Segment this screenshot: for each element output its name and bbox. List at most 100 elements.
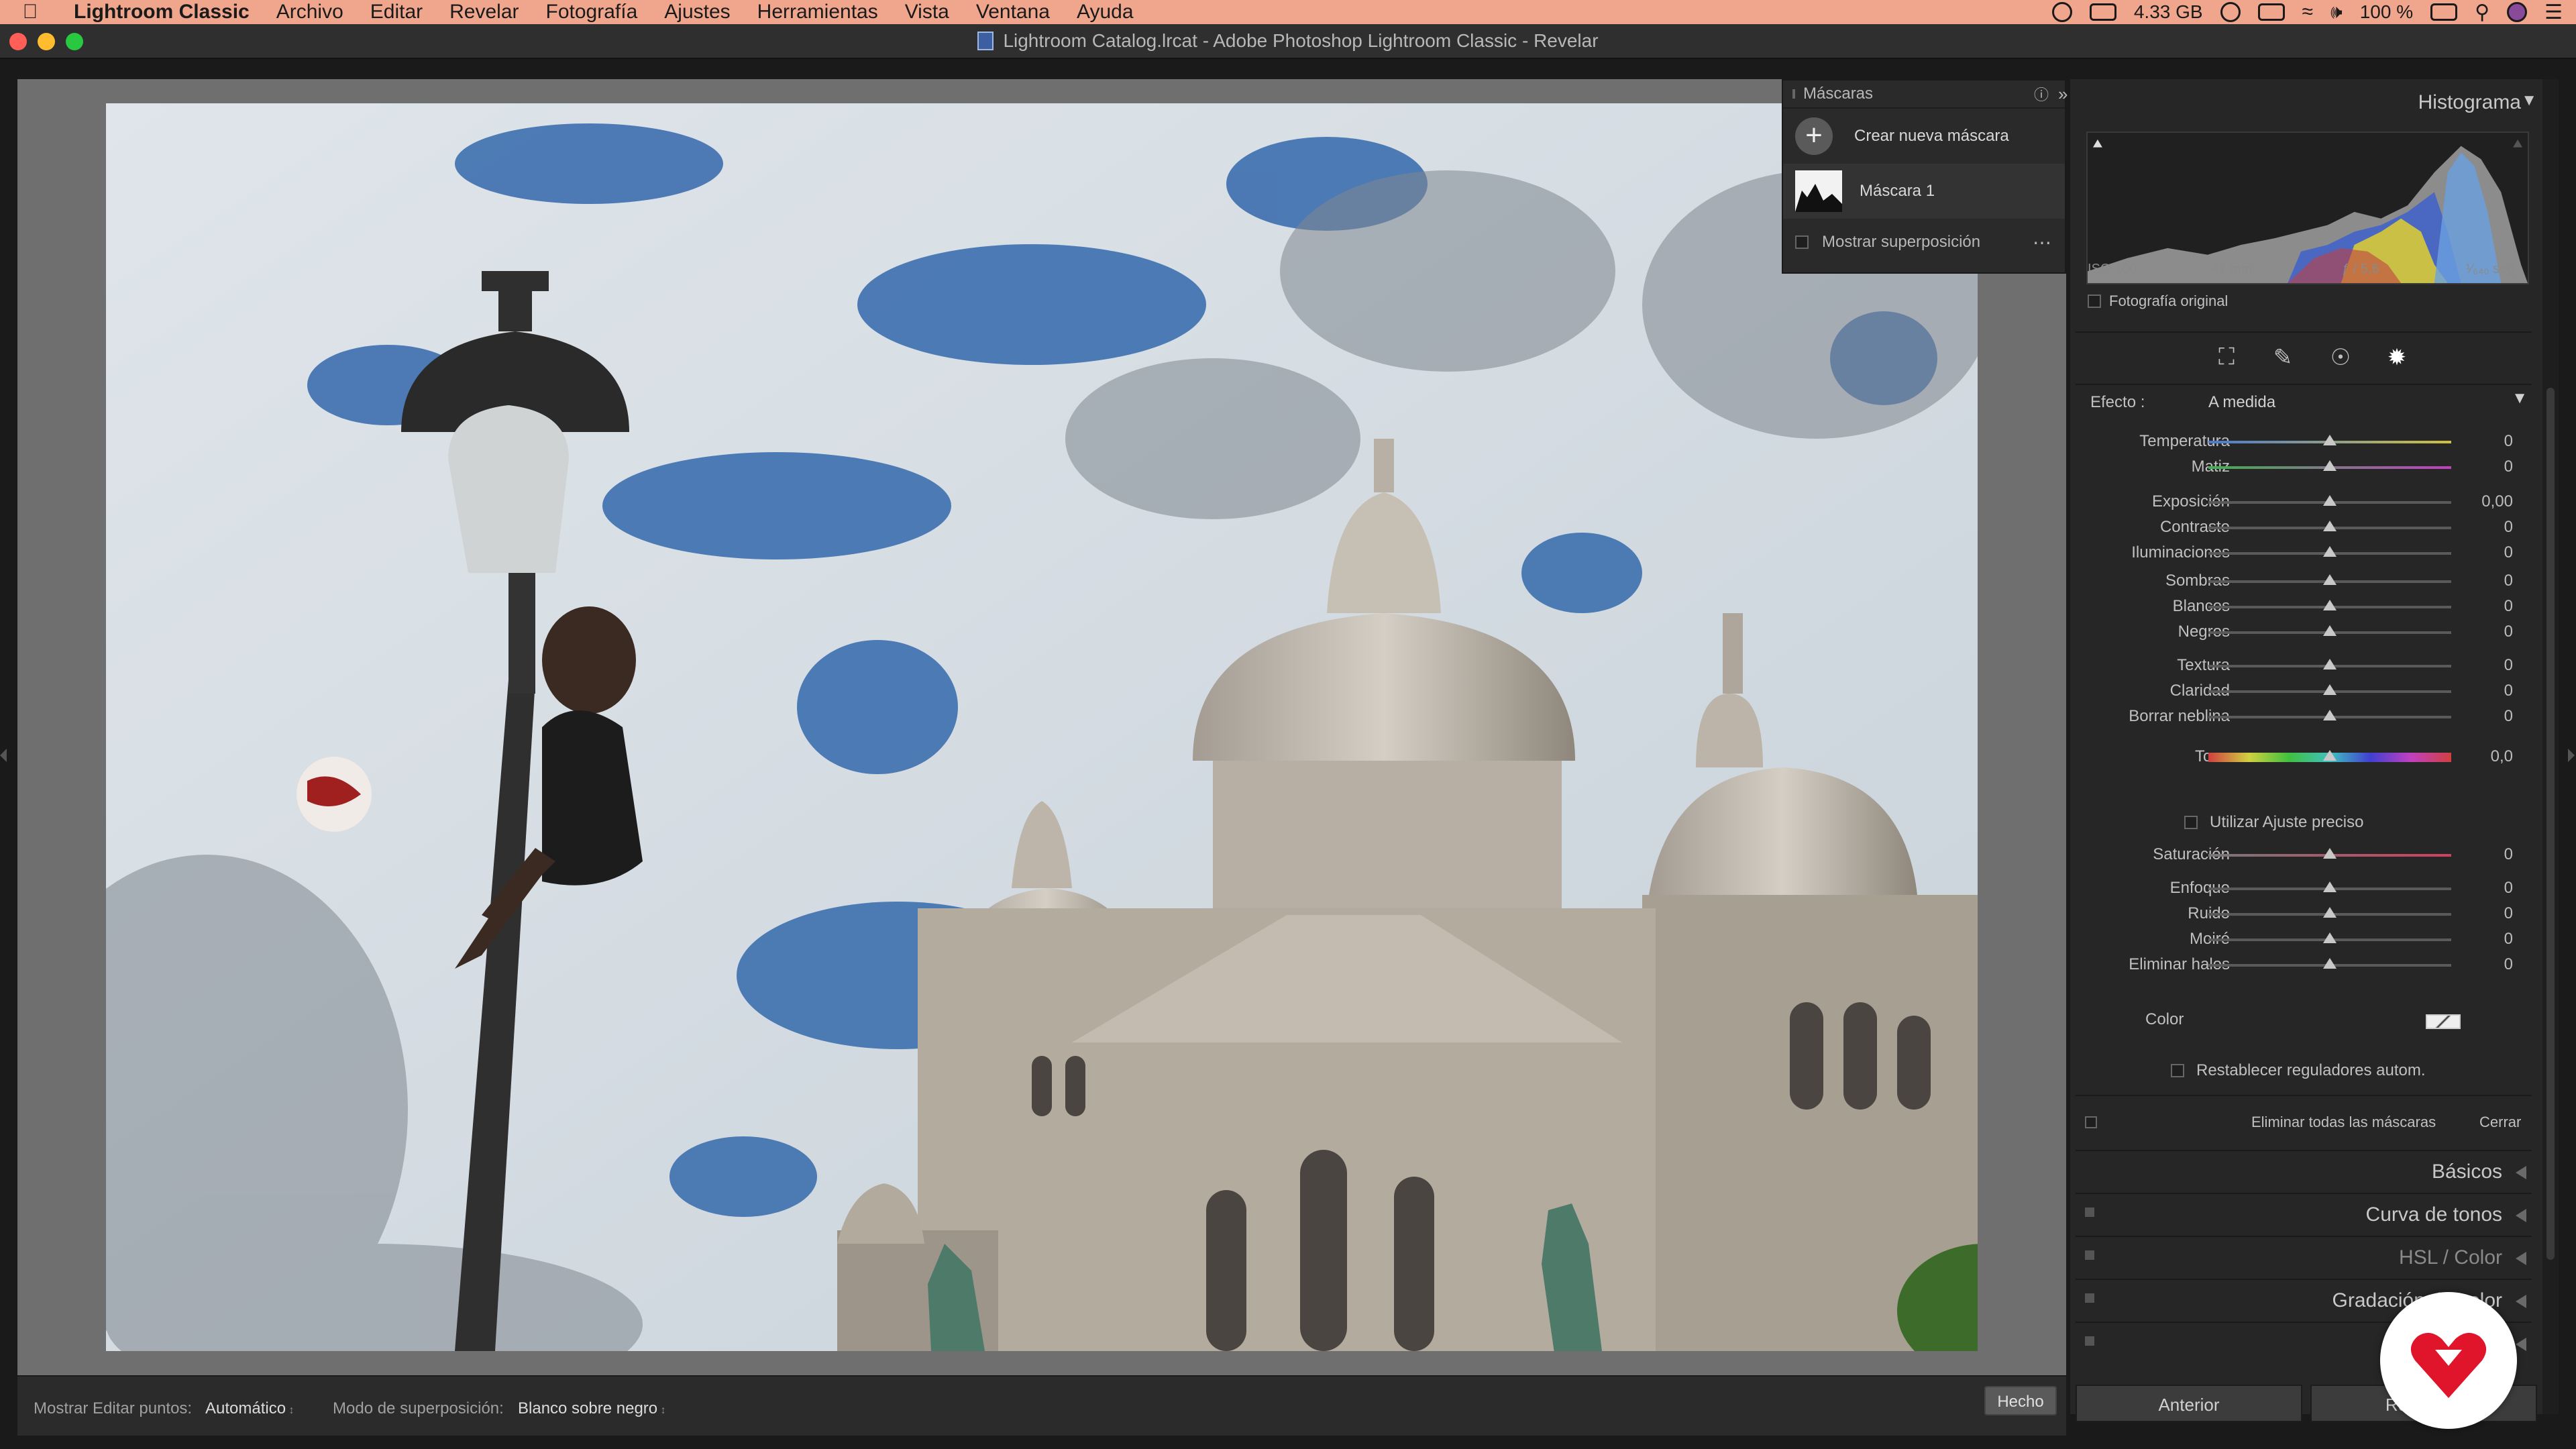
slider-thumb[interactable]	[2323, 907, 2337, 918]
color-swatch[interactable]	[2426, 1014, 2461, 1029]
left-panel-toggle-icon[interactable]	[0, 749, 7, 762]
menu-ajustes[interactable]: Ajustes	[651, 1, 743, 23]
display-icon[interactable]	[2089, 3, 2116, 21]
slider-thumb[interactable]	[2323, 600, 2337, 610]
section-hsl-color[interactable]: HSL / Color	[2076, 1236, 2532, 1276]
photo[interactable]	[106, 103, 1978, 1351]
scrollbar-thumb[interactable]	[2546, 388, 2555, 1260]
right-panel-scrollbar[interactable]	[2542, 79, 2559, 1414]
section-curva-de-tonos[interactable]: Curva de tonos	[2076, 1193, 2532, 1233]
menu-ventana[interactable]: Ventana	[963, 1, 1063, 23]
menu-herramientas[interactable]: Herramientas	[744, 1, 892, 23]
volume-icon[interactable]: 🕪	[2330, 1, 2343, 23]
create-mask-button[interactable]: + Crear nueva máscara	[1783, 109, 2065, 164]
menu-app-name[interactable]: Lightroom Classic	[60, 1, 263, 23]
slider-value[interactable]: 0,00	[2481, 492, 2513, 511]
slider-value[interactable]: 0	[2504, 656, 2513, 675]
crop-tool-icon[interactable]: ⛶	[2212, 344, 2241, 372]
mask-panel-switch[interactable]	[2085, 1116, 2097, 1128]
airplay-icon[interactable]	[2257, 3, 2285, 21]
menu-ayuda[interactable]: Ayuda	[1063, 1, 1147, 23]
slider-value[interactable]: 0	[2504, 572, 2513, 590]
wifi-icon[interactable]: ≈	[2302, 1, 2313, 23]
masking-tool-icon[interactable]: ✹	[2383, 344, 2411, 372]
original-photo-checkbox[interactable]	[2088, 294, 2101, 308]
slider-thumb[interactable]	[2323, 546, 2337, 557]
precise-adjust-toggle[interactable]: Utilizar Ajuste preciso	[2184, 813, 2363, 832]
reset-sliders-toggle[interactable]: Restablecer reguladores autom.	[2171, 1061, 2426, 1080]
creative-cloud-icon[interactable]	[2051, 2, 2072, 22]
slider-thumb[interactable]	[2323, 848, 2337, 859]
panel-toggle-icon[interactable]	[1792, 89, 1795, 99]
section-switch[interactable]	[2085, 1208, 2094, 1217]
slider-value[interactable]: 0	[2504, 930, 2513, 949]
slider-thumb[interactable]	[2323, 881, 2337, 892]
slider-value[interactable]: 0	[2504, 955, 2513, 974]
close-masks-button[interactable]: Cerrar	[2479, 1114, 2521, 1131]
slider-value[interactable]: 0	[2504, 543, 2513, 562]
collapse-panel-icon[interactable]: »	[2058, 84, 2068, 105]
effect-collapse-icon[interactable]: ▼	[2512, 389, 2528, 408]
slider-thumb[interactable]	[2323, 625, 2337, 636]
siri-icon[interactable]	[2507, 2, 2528, 22]
effect-preset-dropdown[interactable]: A medida	[2208, 393, 2275, 412]
slider-thumb[interactable]	[2323, 659, 2337, 669]
menu-revelar[interactable]: Revelar	[436, 1, 532, 23]
masks-panel-header[interactable]: Máscaras ⓘ »	[1783, 80, 2068, 109]
show-points-dropdown[interactable]: Automático	[205, 1399, 294, 1418]
slider-value[interactable]: 0	[2504, 707, 2513, 726]
slider-value[interactable]: 0	[2504, 623, 2513, 641]
slider-value[interactable]: 0	[2504, 432, 2513, 451]
slider-thumb[interactable]	[2323, 710, 2337, 720]
section-switch[interactable]	[2085, 1293, 2094, 1303]
slider-value[interactable]: 0	[2504, 879, 2513, 898]
mask-item[interactable]: Máscara 1	[1783, 164, 2065, 219]
section-switch[interactable]	[2085, 1336, 2094, 1346]
histogram[interactable]	[2086, 131, 2529, 284]
precise-adjust-checkbox[interactable]	[2184, 816, 2198, 829]
menu-fotografia[interactable]: Fotografía	[533, 1, 651, 23]
slider-value[interactable]: 0	[2504, 845, 2513, 864]
red-eye-tool-icon[interactable]: ☉	[2326, 344, 2355, 372]
original-photo-toggle[interactable]: Fotografía original	[2088, 292, 2228, 310]
apple-icon[interactable]: 	[0, 1, 60, 23]
minimize-window-button[interactable]	[38, 33, 55, 50]
healing-tool-icon[interactable]: ✎	[2269, 344, 2297, 372]
histogram-title[interactable]: Histograma	[2418, 91, 2521, 114]
slider-thumb[interactable]	[2323, 521, 2337, 531]
slider-value[interactable]: 0	[2504, 458, 2513, 476]
control-center-icon[interactable]: ☰	[2544, 1, 2563, 24]
zoom-window-button[interactable]	[66, 33, 83, 50]
section-switch[interactable]	[2085, 1250, 2094, 1260]
slider-thumb[interactable]	[2323, 932, 2337, 943]
more-options-icon[interactable]: ⋯	[2033, 231, 2053, 254]
delete-all-masks-button[interactable]: Eliminar todas las máscaras	[2251, 1114, 2436, 1131]
search-icon[interactable]: ⚲	[2475, 1, 2489, 24]
slider-value[interactable]: 0	[2504, 518, 2513, 537]
slider-value[interactable]: 0	[2504, 597, 2513, 616]
slider-thumb[interactable]	[2323, 750, 2337, 761]
slider-value[interactable]: 0	[2504, 904, 2513, 923]
overlay-mode-dropdown[interactable]: Blanco sobre negro	[518, 1399, 666, 1418]
slider-thumb[interactable]	[2323, 435, 2337, 445]
done-button[interactable]: Hecho	[1984, 1386, 2057, 1415]
battery-percent[interactable]: 100 %	[2360, 1, 2413, 23]
show-overlay-checkbox[interactable]	[1795, 235, 1809, 249]
slider-thumb[interactable]	[2323, 684, 2337, 695]
histogram-collapse-icon[interactable]: ▼	[2521, 91, 2537, 110]
menu-vista[interactable]: Vista	[892, 1, 963, 23]
slider-value[interactable]: 0,0	[2491, 747, 2513, 766]
slider-thumb[interactable]	[2323, 460, 2337, 471]
slider-value[interactable]: 0	[2504, 682, 2513, 700]
previous-button[interactable]: Anterior	[2076, 1385, 2302, 1422]
sync-icon[interactable]	[2220, 2, 2241, 22]
reset-sliders-checkbox[interactable]	[2171, 1064, 2184, 1077]
slider-thumb[interactable]	[2323, 495, 2337, 506]
menu-editar[interactable]: Editar	[357, 1, 436, 23]
close-window-button[interactable]	[9, 33, 27, 50]
slider-thumb[interactable]	[2323, 958, 2337, 969]
right-panel-toggle-icon[interactable]	[2568, 749, 2575, 762]
section-basicos[interactable]: Básicos	[2076, 1150, 2532, 1190]
menu-archivo[interactable]: Archivo	[263, 1, 357, 23]
memory-status[interactable]: 4.33 GB	[2134, 1, 2203, 23]
